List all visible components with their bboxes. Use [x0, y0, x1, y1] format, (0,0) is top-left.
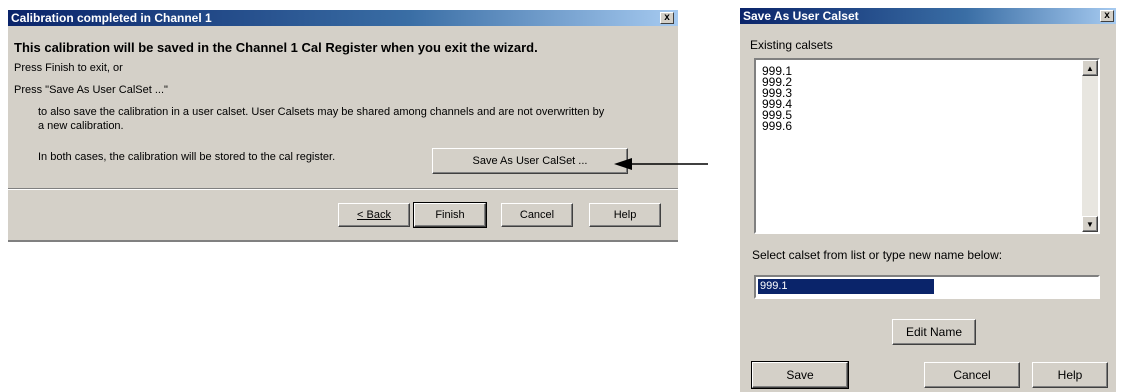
- wizard-text-finish: Press Finish to exit, or: [14, 62, 123, 74]
- save-button[interactable]: Save: [751, 361, 849, 389]
- wizard-text-cal-register: In both cases, the calibration will be s…: [38, 151, 336, 163]
- wizard-heading: This calibration will be saved in the Ch…: [14, 40, 538, 55]
- save-as-user-calset-dialog: Save As User Calset x Existing calsets 9…: [740, 8, 1116, 392]
- wizard-title-bar: Calibration completed in Channel 1: [8, 10, 678, 26]
- dialog-title-bar: Save As User Calset: [740, 8, 1116, 24]
- wizard-text-description: to also save the calibration in a user c…: [38, 106, 605, 118]
- calset-name-input[interactable]: 999.1: [754, 275, 1100, 299]
- dialog-close-icon[interactable]: x: [1100, 10, 1114, 22]
- wizard-text-save-as: Press "Save As User CalSet ...": [14, 84, 168, 96]
- list-scrollbar[interactable]: ▲ ▼: [1082, 60, 1098, 232]
- dialog-title: Save As User Calset: [743, 9, 859, 23]
- wizard-text-description-2: a new calibration.: [38, 120, 124, 132]
- dialog-help-button[interactable]: Help: [1032, 362, 1108, 388]
- edit-name-button[interactable]: Edit Name: [892, 319, 976, 345]
- wizard-separator: [8, 188, 678, 190]
- calset-list[interactable]: 999.1 999.2 999.3 999.4 999.5 999.6 ▲ ▼: [754, 58, 1100, 234]
- save-as-user-calset-button[interactable]: Save As User CalSet ...: [432, 148, 628, 174]
- wizard-title: Calibration completed in Channel 1: [11, 11, 212, 25]
- scroll-up-icon[interactable]: ▲: [1082, 60, 1098, 76]
- select-calset-label: Select calset from list or type new name…: [752, 248, 1003, 262]
- cancel-button[interactable]: Cancel: [501, 203, 573, 227]
- calset-list-items: 999.1 999.2 999.3 999.4 999.5 999.6: [762, 65, 792, 132]
- existing-calsets-label: Existing calsets: [750, 38, 833, 52]
- scroll-down-icon[interactable]: ▼: [1082, 216, 1098, 232]
- calset-name-value: 999.1: [758, 279, 934, 294]
- help-button[interactable]: Help: [589, 203, 661, 227]
- calset-list-item[interactable]: 999.6: [762, 120, 792, 132]
- calibration-wizard-window: Calibration completed in Channel 1 x Thi…: [8, 10, 678, 242]
- wizard-close-icon[interactable]: x: [660, 12, 674, 24]
- dialog-cancel-button[interactable]: Cancel: [924, 362, 1020, 388]
- back-button[interactable]: < Back: [338, 203, 410, 227]
- finish-button[interactable]: Finish: [413, 202, 487, 228]
- wizard-bottom-border: [8, 240, 678, 242]
